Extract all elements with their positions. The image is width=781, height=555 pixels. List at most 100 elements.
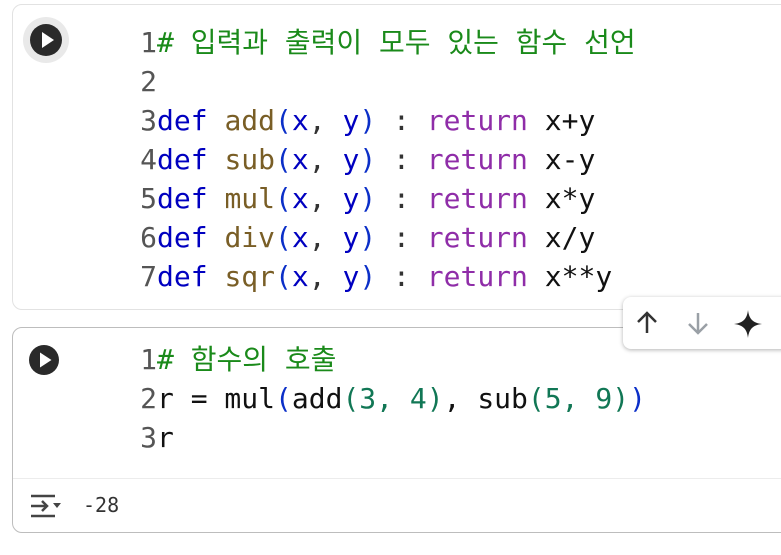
code-line: 1# 함수의 호출: [127, 340, 646, 379]
code-token: x: [291, 182, 309, 215]
code-token: ): [359, 221, 377, 254]
code-token: y: [342, 221, 360, 254]
code-token: # 입력과 출력이 모두 있는 함수 선언: [157, 26, 636, 59]
output-area: -28: [13, 478, 781, 533]
arrow-down-icon: [688, 313, 708, 335]
code-token: sub: [224, 143, 276, 176]
code-token: y: [342, 143, 360, 176]
code-line: 2r = mul(add(3, 4), sub(5, 9)): [127, 379, 646, 418]
code-token: y: [342, 260, 360, 293]
line-number: 1: [140, 343, 157, 376]
code-token: :: [393, 143, 410, 176]
code-token: def: [157, 104, 208, 137]
code-line: 2: [127, 62, 636, 101]
code-editor[interactable]: 1# 함수의 호출 2r = mul(add(3, 4), sub(5, 9)) 3…: [127, 340, 646, 457]
code-token: div: [224, 221, 276, 254]
code-token: ,: [308, 260, 343, 293]
code-token: return: [426, 221, 528, 254]
move-cell-down-button[interactable]: [684, 309, 712, 337]
line-number: 2: [140, 382, 157, 415]
gemini-button[interactable]: [733, 309, 762, 338]
code-editor[interactable]: 1# 입력과 출력이 모두 있는 함수 선언 2 3def add(x, y) : …: [127, 23, 636, 296]
code-token: (: [275, 143, 292, 176]
line-number: 3: [140, 104, 157, 137]
code-token: (: [275, 182, 292, 215]
code-token: return: [426, 104, 528, 137]
code-token: x-y: [527, 143, 596, 176]
code-line: 5def mul(x, y) : return x*y: [127, 179, 636, 218]
code-token: (: [275, 260, 292, 293]
code-token: return: [426, 143, 528, 176]
code-token: r: [157, 421, 174, 454]
code-token: ): [359, 260, 377, 293]
play-icon: [42, 32, 54, 48]
code-token: (: [275, 382, 292, 415]
move-cell-up-button[interactable]: [633, 309, 661, 337]
code-cell-1[interactable]: 1# 입력과 출력이 모두 있는 함수 선언 2 3def add(x, y) : …: [12, 4, 781, 310]
code-token: (3, 4): [342, 382, 444, 415]
code-token: (5, 9): [527, 382, 630, 415]
code-token: ): [359, 104, 377, 137]
code-token: :: [393, 260, 410, 293]
code-token: x: [291, 260, 309, 293]
code-token: def: [157, 182, 208, 215]
code-line: 4def sub(x, y) : return x-y: [127, 140, 636, 179]
code-token: :: [393, 104, 410, 137]
code-token: x+y: [527, 104, 596, 137]
code-line: 1# 입력과 출력이 모두 있는 함수 선언: [127, 23, 636, 62]
code-token: x**y: [527, 260, 613, 293]
arrow-up-icon: [637, 311, 657, 333]
cell-toolbar: [623, 297, 781, 349]
code-token: r = mul: [157, 382, 276, 415]
code-token: x: [291, 143, 309, 176]
sparkle-icon: [734, 310, 762, 338]
code-cell-2[interactable]: 1# 함수의 호출 2r = mul(add(3, 4), sub(5, 9)) 3…: [12, 327, 781, 533]
code-token: x/y: [527, 221, 596, 254]
code-token: (: [275, 104, 292, 137]
code-token: x: [291, 221, 309, 254]
run-cell-button[interactable]: [30, 24, 62, 56]
line-number: 4: [140, 143, 157, 176]
code-token: ): [629, 382, 646, 415]
code-token: ): [359, 143, 377, 176]
code-line: 3r: [127, 418, 646, 457]
code-line: 6def div(x, y) : return x/y: [127, 218, 636, 257]
code-line: 3def add(x, y) : return x+y: [127, 101, 636, 140]
code-token: y: [342, 182, 360, 215]
line-number: 7: [140, 260, 157, 293]
code-token: x: [291, 104, 309, 137]
code-token: def: [157, 260, 208, 293]
code-line: 7def sqr(x, y) : return x**y: [127, 257, 636, 296]
line-number: 3: [140, 421, 157, 454]
code-token: ,: [308, 143, 343, 176]
code-token: def: [157, 221, 208, 254]
run-cell-button[interactable]: [29, 345, 59, 375]
line-number: 5: [140, 182, 157, 215]
code-token: ,: [308, 104, 343, 137]
line-number: 1: [140, 26, 157, 59]
play-icon: [40, 352, 52, 368]
output-toggle-icon[interactable]: [29, 492, 63, 524]
code-token: (: [275, 221, 292, 254]
line-number: 2: [140, 65, 157, 98]
code-token: x*y: [527, 182, 596, 215]
code-token: mul: [224, 182, 276, 215]
code-token: add: [291, 382, 343, 415]
code-token: , sub: [443, 382, 528, 415]
output-text: -28: [83, 493, 120, 517]
